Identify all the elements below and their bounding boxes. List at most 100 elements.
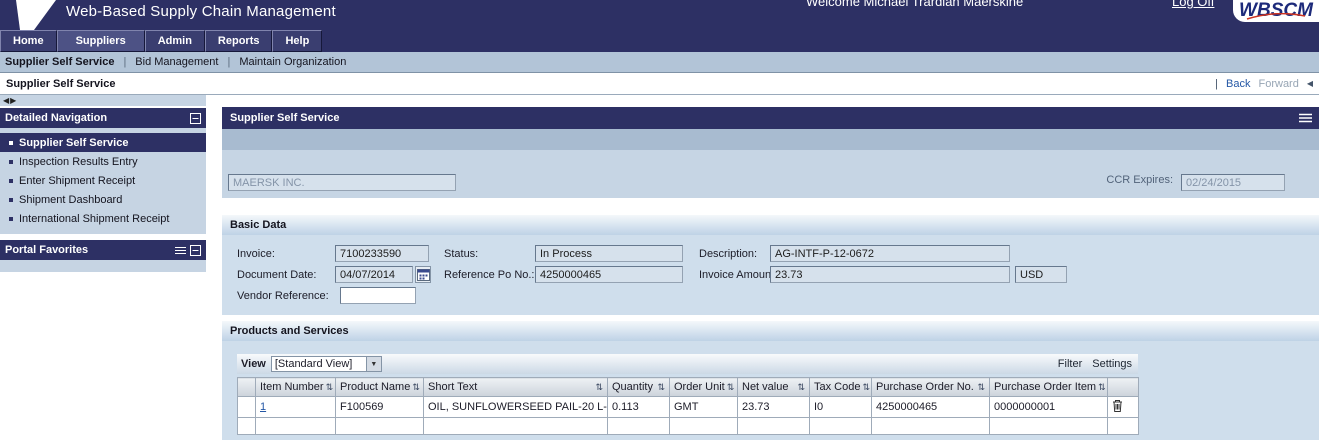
collapse-tray-icon[interactable]: [190, 245, 201, 256]
tab-home[interactable]: Home: [0, 30, 57, 52]
column-header-net-value[interactable]: Net value⇅: [738, 378, 810, 397]
sidebar-item-international-shipment-receipt[interactable]: International Shipment Receipt: [0, 209, 206, 228]
sort-icon[interactable]: ⇅: [727, 382, 735, 393]
subnav-supplier-self-service[interactable]: Supplier Self Service: [5, 56, 114, 68]
sidebar-item-enter-shipment-receipt[interactable]: Enter Shipment Receipt: [0, 171, 206, 190]
ccr-expires-field: [1181, 174, 1285, 191]
subnav-separator: |: [227, 56, 230, 68]
column-header-purchase-order-item[interactable]: Purchase Order Item⇅: [990, 378, 1108, 397]
sidebar: ◀▶ Detailed Navigation Supplier Self Ser…: [0, 95, 206, 440]
column-header-product-name[interactable]: Product Name⇅: [336, 378, 424, 397]
calendar-picker-button[interactable]: [415, 266, 431, 283]
description-field: [770, 245, 1010, 262]
column-header-item-number[interactable]: Item Number⇅: [256, 378, 336, 397]
portal-favorites-body: [0, 260, 206, 272]
sort-icon[interactable]: ⇅: [412, 382, 420, 393]
log-off-link[interactable]: Log Off: [1172, 0, 1214, 9]
table-toolbar: View [Standard View] ▼ Filter Settings: [237, 354, 1138, 374]
subnav-maintain-organization[interactable]: Maintain Organization: [239, 56, 346, 68]
row-selector[interactable]: [238, 418, 256, 435]
header-options-menu-icon[interactable]: [1299, 113, 1312, 123]
cell-item-number: 1: [256, 397, 336, 418]
cell-order-unit: GMT: [670, 397, 738, 418]
view-label: View: [241, 358, 266, 370]
history-arrow-icon[interactable]: ◀: [1307, 79, 1313, 88]
cell-net-value: 23.73: [738, 397, 810, 418]
portal-favorites-header: Portal Favorites: [0, 240, 206, 260]
column-header-tax-code[interactable]: Tax Code⇅: [810, 378, 872, 397]
tab-reports[interactable]: Reports: [205, 30, 273, 52]
sidebar-item-inspection-results-entry[interactable]: Inspection Results Entry: [0, 152, 206, 171]
cell-purchase-order-item: 0000000001: [990, 397, 1108, 418]
forward-link[interactable]: Forward: [1259, 78, 1299, 90]
invoice-amount-field: [770, 266, 1010, 283]
collapse-arrows-icon[interactable]: ◀▶: [3, 96, 17, 105]
subnav-bar: Supplier Self Service | Bid Management |…: [0, 52, 1319, 73]
tab-admin[interactable]: Admin: [145, 30, 205, 52]
back-link[interactable]: Back: [1226, 78, 1250, 90]
welcome-text: Welcome Michael Trardian Maerskine: [806, 0, 1023, 9]
sort-icon[interactable]: ⇅: [797, 382, 805, 393]
sidebar-item-supplier-self-service[interactable]: Supplier Self Service: [0, 133, 206, 152]
column-header-short-text[interactable]: Short Text⇅: [424, 378, 608, 397]
tab-help[interactable]: Help: [272, 30, 322, 52]
item-number-link[interactable]: 1: [260, 401, 266, 413]
sort-icon[interactable]: ⇅: [862, 382, 870, 393]
document-date-field[interactable]: [335, 266, 413, 283]
sort-icon[interactable]: ⇅: [977, 382, 985, 393]
eagle-logo-fragment-icon: [6, 0, 66, 30]
vendor-reference-field[interactable]: [340, 287, 416, 304]
delete-row-button[interactable]: [1108, 397, 1139, 418]
invoice-label: Invoice:: [237, 248, 275, 260]
favorites-menu-icon[interactable]: [175, 246, 186, 255]
sort-icon[interactable]: ⇅: [1098, 382, 1106, 393]
sidebar-item-label: Inspection Results Entry: [19, 156, 138, 168]
body: ◀▶ Detailed Navigation Supplier Self Ser…: [0, 95, 1319, 440]
app-header: Web-Based Supply Chain Management Welcom…: [0, 0, 1319, 30]
sub-header-band: [222, 129, 1319, 150]
view-select-value[interactable]: [Standard View]: [271, 356, 367, 372]
portal-favorites-title: Portal Favorites: [5, 244, 88, 256]
settings-link[interactable]: Settings: [1092, 358, 1132, 370]
sidebar-item-label: Supplier Self Service: [19, 137, 128, 149]
form-row: Document Date: Reference Po No.: In: [222, 266, 1319, 287]
sidebar-item-label: Enter Shipment Receipt: [19, 175, 135, 187]
chevron-down-icon[interactable]: ▼: [367, 356, 382, 372]
bullet-icon: [9, 217, 13, 221]
description-label: Description:: [699, 248, 757, 260]
sort-icon[interactable]: ⇅: [595, 382, 603, 393]
bullet-icon: [9, 179, 13, 183]
collapse-tray-icon[interactable]: [190, 113, 201, 124]
invoice-amount-label: Invoice Amount:: [699, 269, 777, 281]
sort-icon[interactable]: ⇅: [326, 382, 334, 393]
row-selector-header[interactable]: [238, 378, 256, 397]
bullet-icon: [9, 141, 13, 145]
products-section-header: Products and Services: [222, 321, 1319, 341]
column-header-quantity[interactable]: Quantity⇅: [608, 378, 670, 397]
tab-suppliers[interactable]: Suppliers: [57, 30, 145, 52]
row-selector[interactable]: [238, 397, 256, 418]
status-label: Status:: [444, 248, 478, 260]
filter-link[interactable]: Filter: [1058, 358, 1082, 370]
subnav-bid-management[interactable]: Bid Management: [135, 56, 218, 68]
app-title: Web-Based Supply Chain Management: [66, 3, 336, 20]
column-header-purchase-order-no[interactable]: Purchase Order No.⇅: [872, 378, 990, 397]
column-header-actions: [1108, 378, 1139, 397]
sidebar-nav-list: Supplier Self Service Inspection Results…: [0, 128, 206, 234]
main-content: Supplier Self Service CCR Expires: Basic…: [206, 95, 1319, 440]
table-header-row: Item Number⇅ Product Name⇅ Short Text⇅ Q…: [238, 378, 1139, 397]
view-select[interactable]: [Standard View] ▼: [271, 356, 382, 372]
logo-swoosh-icon: [1245, 13, 1307, 21]
trash-icon: [1112, 399, 1123, 412]
detailed-navigation-header: Detailed Navigation: [0, 108, 206, 128]
sidebar-item-shipment-dashboard[interactable]: Shipment Dashboard: [0, 190, 206, 209]
sort-icon[interactable]: ⇅: [657, 382, 665, 393]
invoice-field: [335, 245, 429, 262]
page-title: Supplier Self Service: [6, 78, 115, 90]
status-field: [535, 245, 683, 262]
cell-quantity: 0.113: [608, 397, 670, 418]
form-row: Invoice: Status: Description:: [222, 245, 1319, 266]
column-header-order-unit[interactable]: Order Unit⇅: [670, 378, 738, 397]
bullet-icon: [9, 198, 13, 202]
ccr-expires-label: CCR Expires:: [1106, 174, 1173, 186]
